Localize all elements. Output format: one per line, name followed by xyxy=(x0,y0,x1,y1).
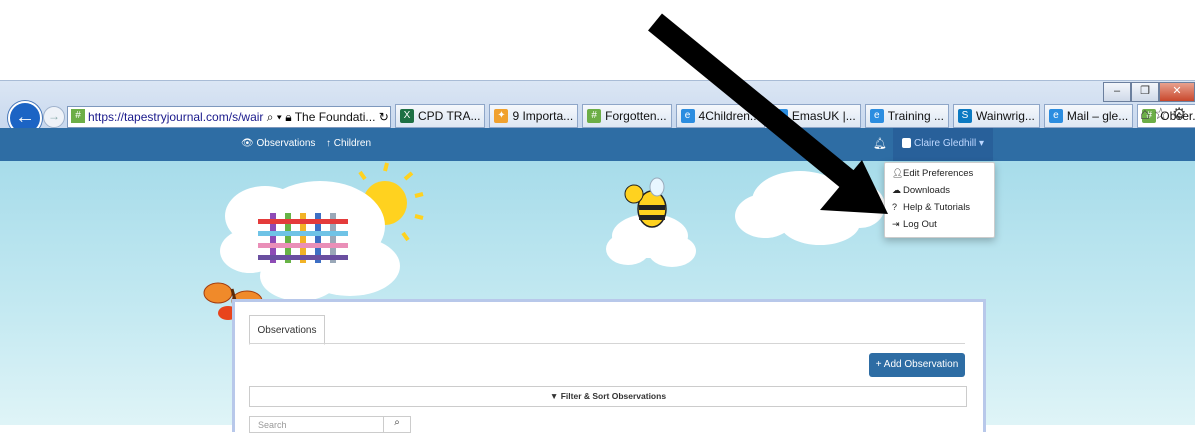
annotation-arrow xyxy=(648,13,888,214)
